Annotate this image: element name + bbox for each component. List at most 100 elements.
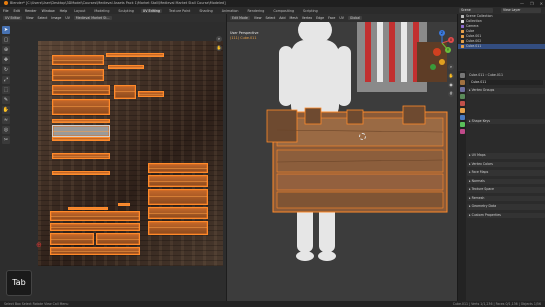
workspace-tab-shading[interactable]: Shading [197,9,214,13]
vp-menu-face[interactable]: Face [328,16,335,20]
mesh-name-field[interactable]: Cube.011 [469,79,543,85]
menu-file[interactable]: File [3,9,9,13]
uv-island[interactable] [52,85,110,95]
menu-window[interactable]: Window [42,9,55,13]
section-uv-maps[interactable]: ▸ UV Maps [467,153,545,159]
close-button[interactable]: ✕ [540,0,543,7]
vp-menu-vertex[interactable]: Vertex [302,16,312,20]
uv-island[interactable] [50,247,140,255]
uv-island[interactable] [96,233,140,245]
render-tab-icon[interactable] [459,80,465,85]
outliner[interactable]: Scene Collection Collection Camera Cube … [458,14,545,70]
section-texture-space[interactable]: ▸ Texture Space [467,187,545,193]
uv-island[interactable] [52,99,110,115]
2d-cursor-icon[interactable]: ⊕ [36,241,42,249]
pinch-icon[interactable]: ◎ [2,126,10,134]
uv-island[interactable] [118,203,130,206]
menu-help[interactable]: Help [60,9,68,13]
cursor3d-icon[interactable]: ⊕ [2,46,10,54]
mesh-data-tab-icon[interactable] [459,122,465,127]
maximize-button[interactable]: ❐ [530,0,534,7]
grab-icon[interactable]: ✋ [2,106,10,114]
uv-island[interactable] [50,223,140,231]
grid-icon[interactable]: # [448,91,454,97]
uv-island[interactable] [106,53,164,57]
select-box-icon[interactable]: ▢ [2,36,10,44]
section-geometry-data[interactable]: ▸ Geometry Data [467,204,545,210]
uv-island[interactable] [148,221,208,235]
transform-orientation-selector[interactable]: Global [347,16,363,20]
workspace-tab-compositing[interactable]: Compositing [271,9,296,13]
section-remesh[interactable]: ▸ Remesh [467,195,545,201]
workspace-tab-scripting[interactable]: Scripting [301,9,320,13]
transform-icon[interactable]: ⬚ [2,86,10,94]
uv-island[interactable] [52,137,110,141]
cursor-icon[interactable]: ➤ [2,26,10,34]
move-icon[interactable]: ✥ [2,56,10,64]
minimize-button[interactable]: — [520,0,524,7]
annotate-icon[interactable]: ✎ [2,96,10,104]
scale-icon[interactable]: ⤢ [2,76,10,84]
uv-menu-view[interactable]: View [26,16,34,20]
object-tab-icon[interactable] [459,108,465,113]
workspace-tab-rendering[interactable]: Rendering [246,9,267,13]
view-layer-selector[interactable]: View Layer [501,8,541,13]
pan-hand-icon[interactable]: ✋ [448,73,454,79]
workspace-tab-uv-editing[interactable]: UV Editing [140,8,163,13]
menu-edit[interactable]: Edit [14,9,20,13]
workspace-tab-modeling[interactable]: Modeling [92,9,111,13]
uv-menu-uv[interactable]: UV [65,16,70,20]
output-tab-icon[interactable] [459,87,465,92]
uv-menu-select[interactable]: Select [38,16,48,20]
vp-menu-mesh[interactable]: Mesh [289,16,297,20]
image-selector[interactable]: Medieval Market St... [73,16,112,20]
uv-island[interactable] [138,91,164,97]
scene-selector[interactable]: Scene [459,8,493,13]
axis-gizmo[interactable]: X Y Z [429,30,455,56]
scene-tab-icon[interactable] [459,94,465,99]
3d-cursor-icon[interactable] [359,133,366,140]
vp-menu-edge[interactable]: Edge [316,16,324,20]
tool-tab-icon[interactable] [459,73,465,78]
rip-icon[interactable]: ✂ [2,136,10,144]
pan-hand-icon[interactable]: ✋ [216,45,222,51]
uv-island[interactable] [148,207,208,219]
section-face-maps[interactable]: ▸ Face Maps [467,170,545,176]
uv-island[interactable] [114,85,136,99]
workspace-tab-texture-paint[interactable]: Texture Paint [167,9,192,13]
section-normals[interactable]: ▸ Normals [467,178,545,184]
workspace-tab-layout[interactable]: Layout [72,9,87,13]
uv-editor-area[interactable]: UV Editor View Select Image UV Medieval … [0,14,226,301]
uv-island[interactable] [50,233,94,245]
modifier-tab-icon[interactable] [459,115,465,120]
uv-island[interactable] [148,189,208,205]
wooden-counter-mesh[interactable] [266,105,448,213]
zoom-icon[interactable]: ⌕ [448,64,454,70]
vp-menu-view[interactable]: View [254,16,262,20]
uv-island[interactable] [52,171,110,175]
uv-island[interactable] [50,211,140,221]
uv-island[interactable] [52,119,110,123]
viewport-scene[interactable] [227,22,457,301]
uv-island[interactable] [52,55,104,65]
vp-menu-add[interactable]: Add [279,16,285,20]
uv-texture-image[interactable] [38,41,223,266]
material-tab-icon[interactable] [459,129,465,134]
vp-menu-uv[interactable]: UV [339,16,344,20]
uv-island[interactable] [148,175,208,187]
outliner-row-selected[interactable]: Cube.011 [458,44,545,49]
rotate-icon[interactable]: ↻ [2,66,10,74]
uv-island[interactable] [68,207,108,210]
workspace-tab-animation[interactable]: Animation [220,9,241,13]
3d-viewport[interactable]: Edit Mode View Select Add Mesh Vertex Ed… [227,14,457,301]
uv-island[interactable] [52,153,110,159]
section-custom-properties[interactable]: ▸ Custom Properties [467,212,545,218]
zoom-icon[interactable]: ⌕ [216,36,222,42]
uv-island[interactable] [108,65,144,69]
workspace-tab-sculpting[interactable]: Sculpting [116,9,135,13]
mode-selector[interactable]: Edit Mode [230,16,250,20]
uv-island-unwrapped[interactable] [52,125,110,137]
uv-menu-image[interactable]: Image [51,16,61,20]
world-tab-icon[interactable] [459,101,465,106]
section-vertex-colors[interactable]: ▸ Vertex Colors [467,161,545,167]
